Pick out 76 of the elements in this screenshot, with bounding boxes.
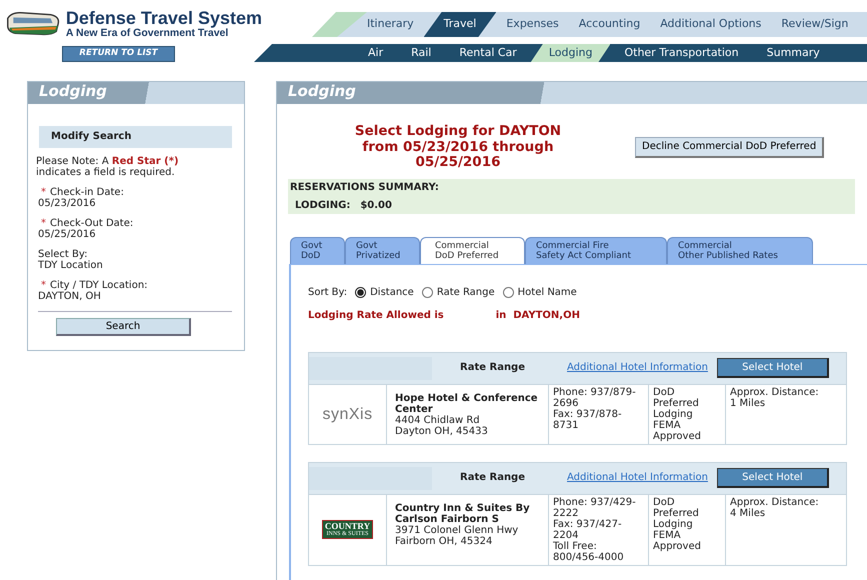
main-nav-tab[interactable]: Additional Options — [650, 12, 772, 37]
sort-option[interactable]: Rate Range — [422, 286, 495, 298]
hotel-address: Dayton OH, 45433 — [395, 426, 489, 437]
hotel-name: Hope Hotel & Conference Center — [395, 392, 539, 415]
field-value: TDY Location — [38, 260, 104, 272]
hotel-distance: 1 Miles — [730, 398, 766, 409]
sub-nav-tab[interactable]: Lodging — [530, 44, 610, 62]
required-indicator: * — [41, 280, 46, 291]
summary-title: RESERVATIONS SUMMARY: — [290, 182, 440, 194]
radio-button[interactable] — [355, 286, 366, 298]
hotel-distance: Approx. Distance: — [730, 496, 820, 508]
return-to-list-button[interactable]: RETURN TO LIST — [62, 46, 175, 62]
hotel-address: Fairborn OH, 45324 — [395, 536, 494, 547]
hotel-contact: Toll Free: 800/456-4000 — [553, 540, 625, 563]
sub-nav-tab[interactable]: Rental Car — [445, 44, 531, 62]
hotel-distance: 4 Miles — [730, 508, 766, 519]
sort-label: Sort By: — [308, 286, 348, 298]
hotel-distance: Approx. Distance: — [730, 386, 820, 398]
hotel-name: Country Inn & Suites By Carlson Fairborn S — [395, 502, 531, 525]
category-tab[interactable]: Commercial Fire Safety Act Compliant — [525, 236, 667, 264]
required-note: Please Note: A Red Star (*) indicates a field is required. — [35, 156, 180, 178]
required-indicator: * — [41, 186, 46, 198]
decline-button[interactable]: Decline Commercial DoD Preferred — [635, 137, 824, 158]
hotel-contact: Fax: 937/878-8731 — [553, 408, 623, 431]
hotel-program: FEMA Approved — [653, 530, 702, 552]
hotel-info-link[interactable]: Additional Hotel Information — [567, 472, 708, 484]
app-subtitle: A New Era of Government Travel — [66, 26, 228, 40]
hotel-address: 4404 Chidlaw Rd — [395, 414, 481, 426]
category-tab[interactable]: Govt Privatized — [345, 236, 420, 264]
sub-nav-tab[interactable]: Summary — [752, 44, 834, 62]
category-tab[interactable]: Commercial Other Published Rates — [667, 236, 813, 264]
main-nav-tab[interactable]: Accounting — [568, 12, 650, 37]
sub-nav-tab[interactable]: Rail — [397, 44, 446, 62]
hotel-program: DoD Preferred Lodging — [653, 496, 700, 530]
category-tab[interactable]: Commercial DoD Preferred — [420, 236, 525, 264]
summary-amount: $0.00 — [360, 200, 392, 212]
main-nav-tab[interactable]: Itinerary — [357, 12, 424, 37]
summary-label: LODGING: — [295, 200, 350, 212]
required-indicator: * — [41, 218, 46, 229]
panel-header: Lodging — [277, 82, 867, 104]
panel-header: Lodging — [28, 82, 244, 104]
radio-button[interactable] — [502, 286, 514, 298]
page-heading: Select Lodging for DAYTON from 05/23/2016 through 05/25/2016 — [354, 124, 562, 171]
hotel-address: 3971 Colonel Glenn Hwy — [395, 524, 520, 536]
field-label: City / TDY Location: — [50, 280, 148, 291]
field-value: 05/25/2016 — [38, 229, 97, 240]
hotel-program: DoD Preferred Lodging — [653, 386, 700, 420]
search-button[interactable]: Search — [56, 318, 191, 336]
rate-location: in DAYTON,OH — [496, 310, 580, 322]
select-hotel-button[interactable]: Select Hotel — [716, 358, 829, 378]
hotel-program: FEMA Approved — [653, 420, 702, 442]
field-label: Check-Out Date: — [50, 218, 134, 229]
app-title: Defense Travel System — [66, 8, 262, 27]
main-nav-tab[interactable]: Review/Sign — [771, 12, 858, 37]
hotel-logo: synXis — [322, 408, 373, 420]
field-value: DAYTON, OH — [38, 291, 102, 302]
field-label: Check-in Date: — [50, 186, 124, 198]
rate-note: Lodging Rate Allowed is — [308, 310, 444, 322]
category-tab[interactable]: Govt DoD — [290, 236, 345, 264]
hotel-contact: Phone: 937/879-2696 — [553, 386, 637, 409]
sub-nav-tab[interactable]: Other Transportation — [610, 44, 753, 62]
sub-nav-tab[interactable]: Air — [354, 44, 398, 62]
field-value: 05/23/2016 — [38, 198, 97, 210]
section-header: Modify Search — [39, 126, 232, 148]
hotel-contact: Phone: 937/429-2222 — [553, 496, 637, 519]
main-nav-tab[interactable]: Expenses — [496, 12, 569, 37]
field-label: Select By: — [38, 248, 88, 260]
sort-option[interactable]: Distance — [355, 286, 414, 298]
main-nav-tab[interactable]: Travel — [424, 12, 496, 37]
rate-range-label: Rate Range — [459, 472, 526, 484]
rate-range-label: Rate Range — [459, 362, 526, 374]
radio-button[interactable] — [422, 286, 433, 298]
hotel-contact: Fax: 937/427-2204 — [553, 518, 623, 541]
sort-option[interactable]: Hotel Name — [502, 286, 577, 298]
select-hotel-button[interactable]: Select Hotel — [716, 468, 829, 488]
hotel-info-link[interactable]: Additional Hotel Information — [567, 362, 708, 374]
